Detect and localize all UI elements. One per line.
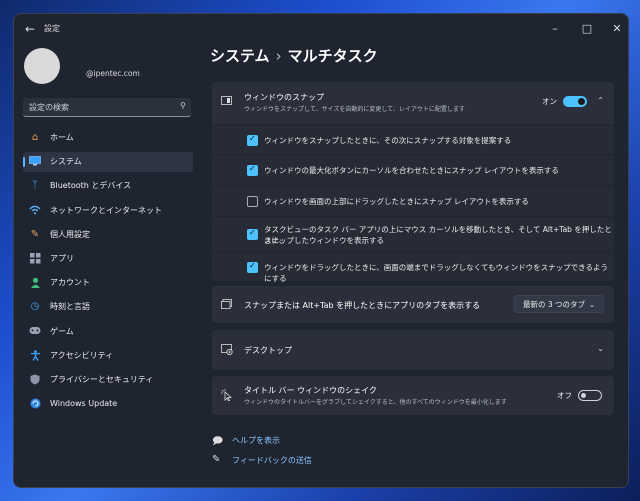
sidebar-item-label: ネットワークとインターネット (50, 205, 162, 215)
shake-cursor-icon (221, 389, 233, 404)
app-title: 設定 (44, 24, 60, 33)
snap-windows-header[interactable]: ウィンドウのスナップ ウィンドウをスナップして、サイズを自動的に変更して、レイア… (212, 82, 614, 124)
feedback-link-text: フィードバックの送信 (232, 456, 312, 465)
monitor-icon (29, 156, 41, 168)
title-bar: ← 設定 – □ ✕ (14, 14, 628, 44)
sidebar-nav: ⌂ ホーム システム ᛉ Bluetooth とデバイス ネットワークとインター… (23, 128, 193, 418)
alttab-title: スナップまたは Alt+Tab を押したときにアプリのタブを表示する (244, 301, 481, 310)
sidebar-item-gaming[interactable]: ゲーム (23, 322, 193, 342)
sidebar-item-label: システム (50, 157, 82, 167)
page-title: マルチタスク (287, 47, 378, 65)
snap-option-checkbox[interactable] (247, 134, 258, 146)
settings-window: ← 設定 – □ ✕ @ipentec.com ⚲ ⌂ ホーム システム ᛉ B… (13, 13, 629, 488)
chevron-up-icon[interactable]: ⌃ (597, 96, 604, 105)
avatar[interactable] (24, 48, 60, 84)
snap-option-label-line2: スナップしたウィンドウを表示する (264, 236, 384, 245)
snap-option-row[interactable]: ウィンドウをドラッグしたときに、画面の端までドラッグしなくてもウィンドウをスナッ… (212, 252, 614, 283)
toggle-knob (581, 393, 586, 398)
sidebar-item-label: アプリ (50, 253, 74, 263)
sidebar-item-label: ゲーム (50, 326, 74, 336)
snap-windows-card: ウィンドウのスナップ ウィンドウをスナップして、サイズを自動的に変更して、レイア… (212, 82, 614, 283)
alttab-card: スナップまたは Alt+Tab を押したときにアプリのタブを表示する 最新の 3… (212, 286, 614, 323)
alttab-dropdown-value: 最新の 3 つのタブ (523, 300, 586, 309)
sidebar-item-label: プライバシーとセキュリティ (50, 374, 154, 384)
sidebar-item-time-language[interactable]: ◷ 時刻と言語 (23, 297, 193, 317)
snap-option-row[interactable]: ウィンドウの最大化ボタンにカーソルを合わせたときにスナップ レイアウトを表示する (212, 154, 614, 186)
shake-toggle[interactable] (578, 390, 602, 401)
bluetooth-icon: ᛉ (32, 180, 38, 192)
search-box[interactable]: ⚲ (23, 98, 191, 117)
sidebar-item-label: アカウント (50, 278, 90, 288)
feedback-icon: ✎ (212, 454, 221, 465)
maximize-icon[interactable]: □ (578, 20, 596, 38)
snap-windows-title: ウィンドウのスナップ (244, 93, 324, 102)
home-icon: ⌂ (31, 132, 39, 143)
gamepad-icon (29, 326, 41, 338)
snap-option-row[interactable]: タスクビューのタスク バー アプリの上にマウス カーソルを移動したとき、そして … (212, 216, 614, 253)
sidebar-item-label: ホーム (50, 133, 74, 142)
breadcrumb-parent[interactable]: システム (210, 47, 270, 65)
snap-option-checkbox[interactable] (247, 196, 258, 207)
account-email: @ipentec.com (86, 69, 140, 78)
sidebar-item-personalization[interactable]: ✎ 個人用設定 (23, 225, 193, 245)
snap-option-row[interactable]: ウィンドウをスナップしたときに、その次にスナップする対象を提案する (212, 124, 614, 155)
sidebar-item-bluetooth[interactable]: ᛉ Bluetooth とデバイス (23, 176, 193, 196)
minimize-icon[interactable]: – (546, 20, 564, 38)
search-icon[interactable]: ⚲ (180, 101, 186, 110)
chevron-down-icon: ⌄ (597, 344, 604, 353)
snap-option-row[interactable]: ウィンドウを画面の上部にドラッグしたときにスナップ レイアウトを表示する (212, 185, 614, 217)
help-icon: 🗩 (212, 436, 224, 447)
toggle-knob (578, 98, 585, 105)
breadcrumb: システム › マルチタスク (210, 45, 378, 66)
sidebar-item-label: 時刻と言語 (50, 302, 90, 312)
snap-option-checkbox[interactable] (247, 228, 258, 240)
snap-windows-description: ウィンドウをスナップして、サイズを自動的に変更して、レイアウトに配置します (244, 106, 465, 113)
search-input[interactable] (29, 100, 169, 114)
snap-option-checkbox[interactable] (247, 261, 258, 273)
sidebar-item-label: アクセシビリティ (50, 350, 114, 360)
sidebar-item-label: Bluetooth とデバイス (50, 181, 132, 191)
back-arrow-icon[interactable]: ← (22, 21, 38, 37)
apps-icon (29, 252, 41, 265)
sidebar-item-system[interactable]: システム (23, 152, 193, 173)
desktop-add-icon (221, 344, 233, 358)
chevron-down-icon: ⌄ (589, 301, 595, 309)
sidebar-item-apps[interactable]: アプリ (23, 249, 193, 269)
sidebar-item-windows-update[interactable]: Windows Update (23, 394, 193, 414)
update-icon (29, 398, 41, 410)
sidebar-item-network[interactable]: ネットワークとインターネット (23, 201, 193, 221)
sidebar-item-privacy[interactable]: プライバシーとセキュリティ (23, 370, 193, 390)
title-bar-shake-card: タイトル バー ウィンドウのシェイク ウィンドウのタイトルバーをグラブしてシェイ… (212, 376, 614, 415)
alttab-dropdown[interactable]: 最新の 3 つのタブ ⌄ (514, 295, 604, 313)
desktop-title: デスクトップ (244, 346, 292, 355)
snap-toggle-label: オン (542, 97, 557, 106)
breadcrumb-separator: › (275, 47, 282, 65)
brush-icon: ✎ (30, 228, 40, 240)
person-icon (29, 277, 41, 289)
shake-description: ウィンドウのタイトルバーをグラブしてシェイクすると、他のすべてのウィンドウを最小… (244, 399, 507, 406)
snap-toggle[interactable] (563, 96, 587, 107)
snap-option-label: ウィンドウを画面の上部にドラッグしたときにスナップ レイアウトを表示する (264, 197, 529, 206)
sidebar-item-label: 個人用設定 (50, 229, 90, 239)
snap-option-label: ウィンドウをスナップしたときに、その次にスナップする対象を提案する (264, 136, 512, 145)
sidebar-item-home[interactable]: ⌂ ホーム (23, 128, 193, 148)
sidebar-item-accounts[interactable]: アカウント (23, 273, 193, 293)
snap-option-checkbox[interactable] (247, 164, 258, 176)
snap-option-label: ウィンドウの最大化ボタンにカーソルを合わせたときにスナップ レイアウトを表示する (264, 166, 559, 175)
sidebar-item-accessibility[interactable]: アクセシビリティ (23, 346, 193, 366)
accessibility-icon (29, 349, 41, 362)
snap-option-label: ウィンドウをドラッグしたときに、画面の端までドラッグしなくてもウィンドウをスナッ… (264, 263, 609, 283)
help-link-text: ヘルプを表示 (232, 436, 280, 445)
close-icon[interactable]: ✕ (608, 20, 626, 38)
shake-toggle-label: オフ (557, 391, 572, 400)
snap-window-icon (221, 96, 232, 108)
shake-title: タイトル バー ウィンドウのシェイク (244, 386, 377, 395)
desktop-card[interactable]: デスクトップ ⌄ (212, 330, 614, 370)
sidebar-item-label: Windows Update (50, 399, 118, 409)
clock-globe-icon: ◷ (30, 301, 40, 313)
shield-icon (29, 374, 41, 386)
wifi-icon (29, 205, 41, 217)
tabs-window-icon (221, 299, 232, 312)
